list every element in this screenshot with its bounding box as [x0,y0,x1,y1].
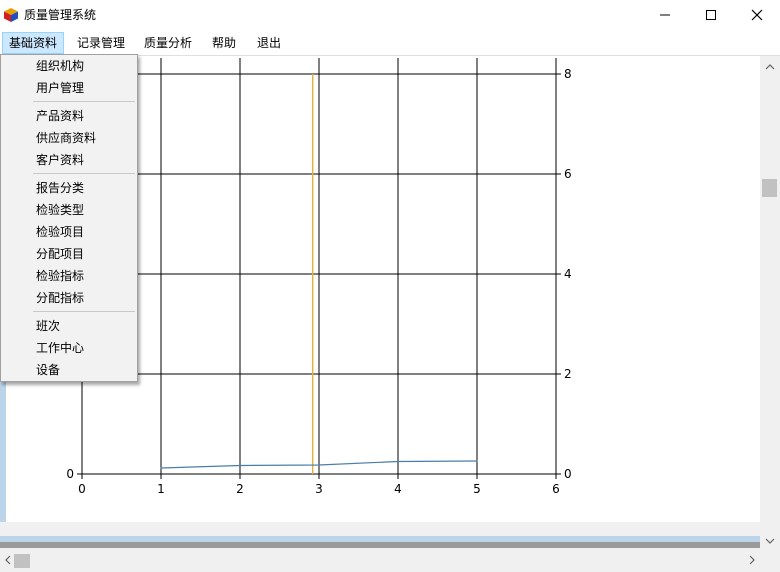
dropdown-item[interactable]: 分配指标 [36,287,84,309]
right-y-tick-label: 4 [564,267,572,281]
dropdown-item[interactable]: 客户资料 [36,149,84,171]
dropdown-item[interactable]: 分配项目 [36,243,84,265]
vertical-scrollbar[interactable] [760,56,780,548]
scroll-up-button[interactable] [760,58,780,76]
dropdown-item[interactable]: 检验指标 [36,265,84,287]
x-tick-label: 2 [236,482,244,496]
dropdown-item[interactable]: 工作中心 [36,337,84,359]
dropdown-item[interactable]: 检验类型 [36,199,84,221]
dropdown-item[interactable]: 班次 [36,315,60,337]
scroll-right-button[interactable] [744,548,760,572]
series-point [397,460,399,463]
dropdown-item[interactable]: 设备 [36,359,60,381]
series-point [318,464,320,466]
right-y-tick-label: 8 [564,67,572,81]
dropdown-item[interactable]: 组织机构 [36,55,84,77]
series-point [160,467,162,469]
series-point [476,460,478,462]
right-y-tick-label: 2 [564,367,572,381]
dropdown-item[interactable]: 产品资料 [36,105,84,127]
right-y-tick-label: 6 [564,167,572,181]
x-tick-label: 1 [157,482,165,496]
basic-data-dropdown-menu: 组织机构 用户管理产品资料 供应商资料 客户资料报告分类 检验类型 检验项目 分配项目 检验指… [0,54,138,382]
dropdown-item[interactable]: 用户管理 [36,77,84,99]
series-point [239,464,241,467]
chevron-up-icon [765,64,775,70]
right-y-tick-label: 0 [564,467,572,481]
x-tick-label: 5 [473,482,481,496]
menu-separator [33,173,135,174]
horizontal-scroll-thumb[interactable] [14,554,30,568]
chevron-left-icon [5,555,11,565]
dropdown-item[interactable]: 报告分类 [36,177,84,199]
vertical-scroll-thumb[interactable] [762,179,777,197]
chevron-right-icon [749,555,755,565]
scrollbar-corner [760,548,780,572]
dropdown-item[interactable]: 供应商资料 [36,127,96,149]
chevron-down-icon [765,538,775,544]
x-tick-label: 6 [552,482,560,496]
menu-separator [33,311,135,312]
horizontal-scrollbar[interactable] [0,548,760,572]
menu-separator [33,101,135,102]
left-y-tick-label: 0 [66,467,74,481]
x-tick-label: 3 [315,482,323,496]
x-tick-label: 4 [394,482,402,496]
x-tick-label: 0 [78,482,86,496]
dropdown-item[interactable]: 检验项目 [36,221,84,243]
